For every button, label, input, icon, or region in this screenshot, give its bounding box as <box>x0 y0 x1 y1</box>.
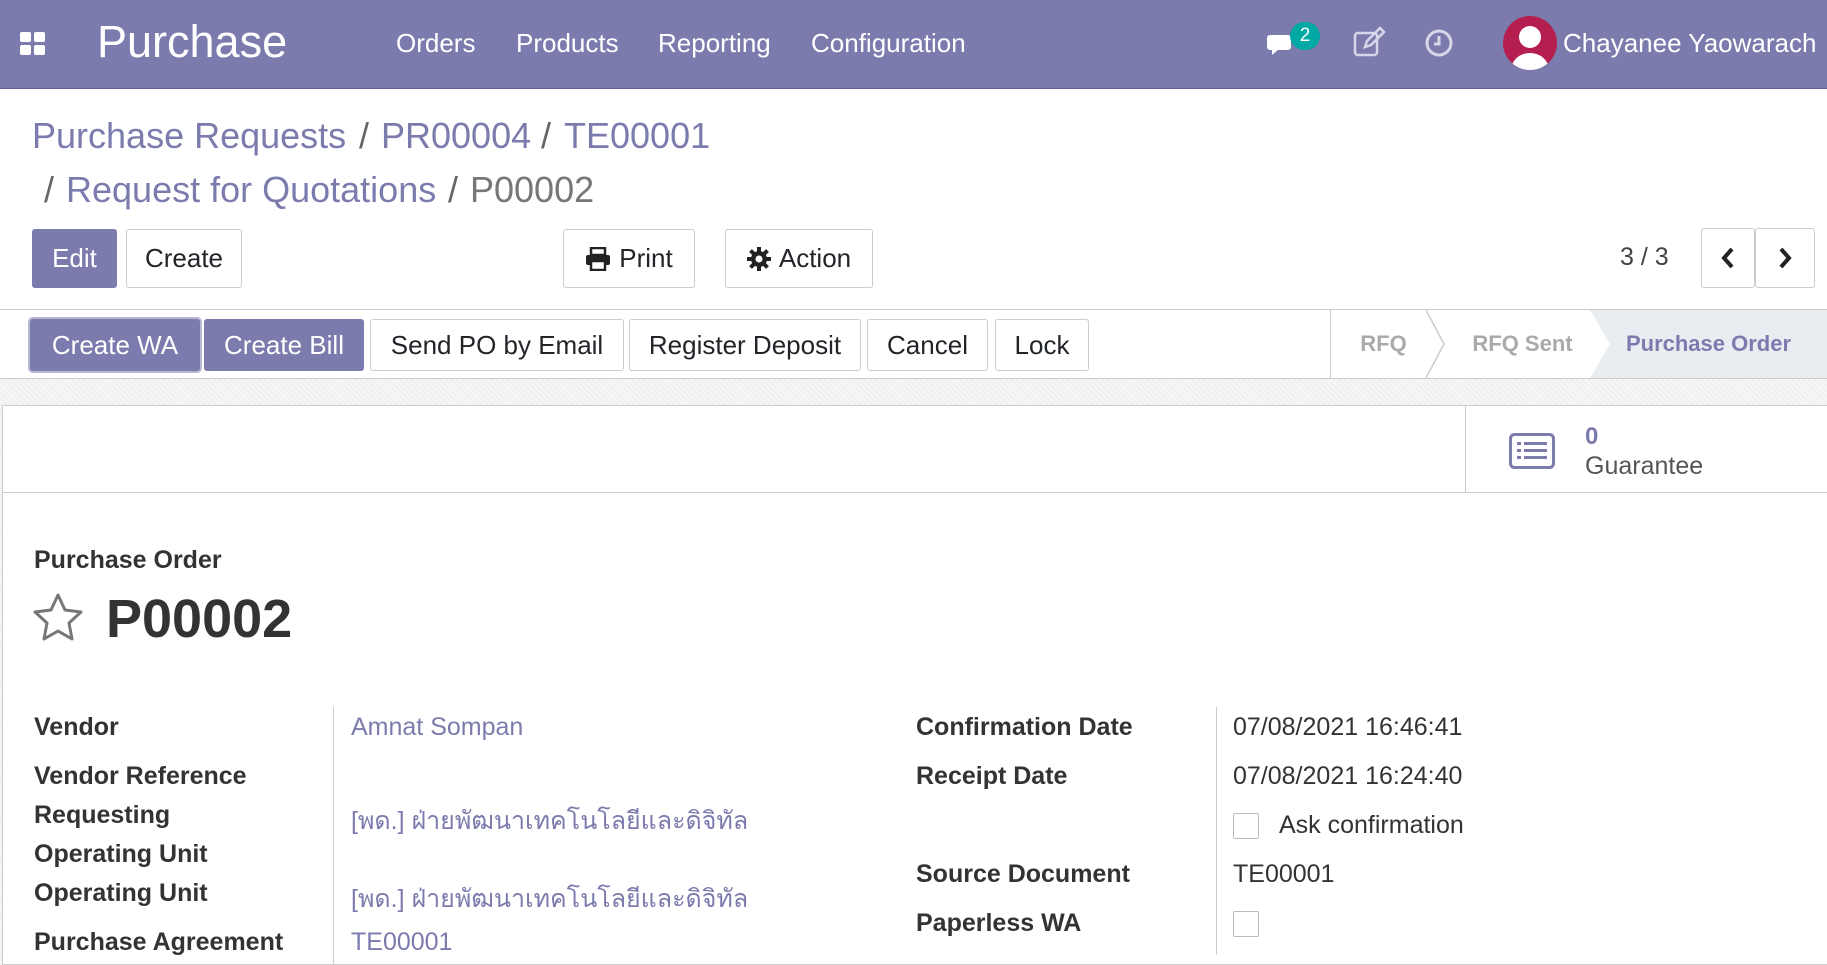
paperless-wa-checkbox[interactable] <box>1233 911 1259 937</box>
pager-value: 3 / 3 <box>1620 243 1669 271</box>
chevron-right-icon <box>1779 247 1792 269</box>
requesting-value[interactable]: [พด.] ฝ่ายพัฒนาเทคโนโลยีและดิจิทัล <box>351 801 748 841</box>
action-button[interactable]: Action <box>725 229 873 288</box>
menu-reporting[interactable]: Reporting <box>658 28 771 59</box>
purchase-agreement-label: Purchase Agreement <box>34 928 284 956</box>
edit-label: Edit <box>52 243 97 273</box>
pager-previous-button[interactable] <box>1701 228 1755 288</box>
breadcrumb-current: P00002 <box>470 169 595 210</box>
operating-unit-value-2[interactable]: [พด.] ฝ่ายพัฒนาเทคโนโลยีและดิจิทัล <box>351 879 748 919</box>
paperless-wa-label: Paperless WA <box>916 909 1082 937</box>
document-type-label: Purchase Order <box>34 546 222 574</box>
receipt-date-label: Receipt Date <box>916 762 1068 790</box>
stage-purchase-order-label: Purchase Order <box>1625 331 1792 356</box>
vendor-label: Vendor <box>34 713 119 741</box>
message-count-badge: 2 <box>1290 22 1320 50</box>
guarantee-count: 0 <box>1585 423 1599 450</box>
requesting-label: Requesting <box>34 801 171 829</box>
breadcrumb-pr00004[interactable]: PR00004 <box>381 115 531 157</box>
avatar[interactable] <box>1503 16 1557 70</box>
source-document-value: TE00001 <box>1233 860 1335 888</box>
top-navbar: Purchase Orders Products Reporting Confi… <box>0 0 1827 89</box>
stage-rfq-sent[interactable]: RFQ Sent <box>1445 310 1600 378</box>
register-deposit-label: Register Deposit <box>648 329 842 360</box>
create-button[interactable]: Create <box>126 229 242 288</box>
lock-button[interactable]: Lock <box>995 319 1089 371</box>
ask-confirmation-label: Ask confirmation <box>1279 811 1464 839</box>
menu-products[interactable]: Products <box>516 28 619 59</box>
breadcrumb-separator: / <box>44 169 55 210</box>
list-icon <box>1509 433 1555 469</box>
printer-icon <box>586 246 611 271</box>
gear-icon <box>746 246 771 271</box>
operating-unit-label: Operating Unit <box>34 840 208 868</box>
breadcrumb-separator: / <box>359 115 370 156</box>
vendor-value[interactable]: Amnat Sompan <box>351 713 523 742</box>
vendor-reference-label: Vendor Reference <box>34 762 247 790</box>
guarantee-label: Guarantee <box>1585 452 1704 480</box>
register-deposit-button[interactable]: Register Deposit <box>629 319 861 371</box>
apps-grid-icon[interactable] <box>20 32 46 56</box>
send-po-email-button[interactable]: Send PO by Email <box>370 319 624 371</box>
breadcrumb-purchase-requests[interactable]: Purchase Requests <box>32 115 346 157</box>
breadcrumb-separator: / <box>541 115 552 156</box>
menu-configuration[interactable]: Configuration <box>811 28 966 59</box>
pager-next-button[interactable] <box>1755 228 1815 288</box>
purchase-agreement-value[interactable]: TE00001 <box>351 928 452 957</box>
activity-edit-icon[interactable] <box>1352 26 1386 60</box>
stage-rfq[interactable]: RFQ <box>1331 310 1436 378</box>
cancel-label: Cancel <box>887 329 968 360</box>
menu-orders[interactable]: Orders <box>396 28 475 59</box>
star-icon[interactable] <box>31 592 85 644</box>
stage-rfq-label: RFQ <box>1360 331 1407 356</box>
lock-label: Lock <box>1014 329 1070 360</box>
form-statusbar: Create WA Create Bill Send PO by Email R… <box>0 309 1827 379</box>
field-divider <box>333 707 334 965</box>
stage-rfq-sent-label: RFQ Sent <box>1472 331 1573 356</box>
source-document-label: Source Document <box>916 860 1130 888</box>
create-label: Create <box>144 243 224 273</box>
app-title: Purchase <box>97 16 288 67</box>
print-label: Print <box>619 243 673 273</box>
action-label: Action <box>778 243 852 273</box>
edit-button[interactable]: Edit <box>32 229 117 288</box>
print-button[interactable]: Print <box>563 229 695 288</box>
clock-icon[interactable] <box>1422 26 1456 60</box>
confirmation-date-label: Confirmation Date <box>916 713 1133 741</box>
send-po-email-label: Send PO by Email <box>390 329 604 360</box>
cancel-button[interactable]: Cancel <box>867 319 988 371</box>
user-name[interactable]: Chayanee Yaowarach <box>1563 28 1816 59</box>
breadcrumb-rfq[interactable]: Request for Quotations <box>66 169 436 211</box>
guarantee-smart-button[interactable]: 0 Guarantee <box>1465 405 1827 493</box>
create-bill-label: Create Bill <box>224 329 344 360</box>
record-name: P00002 <box>106 589 293 649</box>
confirmation-date-value: 07/08/2021 16:46:41 <box>1233 713 1463 741</box>
create-wa-button[interactable]: Create WA <box>30 319 200 371</box>
breadcrumb-te00001[interactable]: TE00001 <box>564 115 710 157</box>
ask-confirmation-checkbox[interactable] <box>1233 813 1259 839</box>
field-divider <box>1216 707 1217 955</box>
create-bill-button[interactable]: Create Bill <box>204 319 364 371</box>
chevron-left-icon <box>1721 247 1734 269</box>
breadcrumb-separator: / <box>448 169 459 210</box>
stage-purchase-order: Purchase Order <box>1590 310 1827 378</box>
create-wa-label: Create WA <box>51 329 179 360</box>
receipt-date-value: 07/08/2021 16:24:40 <box>1233 762 1463 790</box>
operating-unit-label-2: Operating Unit <box>34 879 208 907</box>
user-avatar-icon <box>1511 26 1549 70</box>
